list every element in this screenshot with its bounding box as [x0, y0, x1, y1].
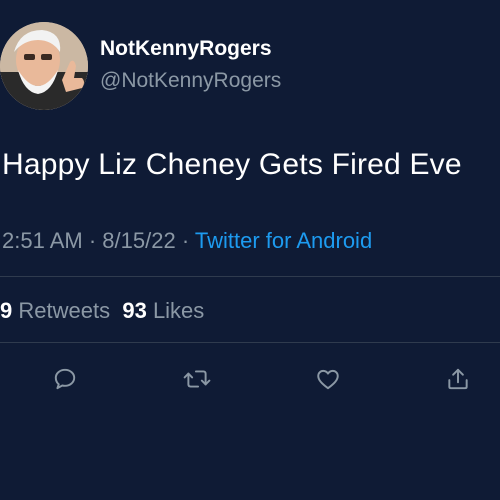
- user-handle[interactable]: @NotKennyRogers: [100, 69, 281, 93]
- share-button[interactable]: [443, 364, 473, 394]
- heart-icon: [317, 369, 339, 390]
- retweet-icon: [183, 370, 211, 388]
- tweet-card: NotKennyRogers @NotKennyRogers Happy Liz…: [0, 0, 500, 500]
- likes-label: Likes: [152, 298, 205, 323]
- engagement-stats: 9 Retweets 93 Likes: [0, 298, 204, 324]
- likes-stat[interactable]: 93 Likes: [122, 298, 204, 323]
- meta-separator: ·: [88, 228, 97, 253]
- tweet-meta: 2:51 AM · 8/15/22 · Twitter for Android: [2, 228, 372, 254]
- meta-separator: ·: [181, 228, 190, 253]
- divider: [0, 342, 500, 343]
- like-button[interactable]: [313, 364, 343, 394]
- display-name[interactable]: NotKennyRogers: [100, 37, 272, 61]
- avatar[interactable]: [0, 22, 88, 110]
- share-icon: [448, 368, 468, 390]
- avatar-image: [0, 22, 88, 110]
- retweets-count: 9: [0, 298, 13, 323]
- retweets-stat[interactable]: 9 Retweets: [0, 298, 110, 323]
- tweet-source-link[interactable]: Twitter for Android: [195, 228, 372, 253]
- retweet-button[interactable]: [182, 364, 212, 394]
- reply-icon: [54, 368, 76, 390]
- retweets-label: Retweets: [18, 298, 111, 323]
- likes-count: 93: [122, 298, 147, 323]
- tweet-date[interactable]: 8/15/22: [102, 228, 175, 253]
- divider: [0, 276, 500, 277]
- tweet-text: Happy Liz Cheney Gets Fired Eve: [2, 148, 462, 181]
- tweet-time[interactable]: 2:51 AM: [2, 228, 83, 253]
- reply-button[interactable]: [50, 364, 80, 394]
